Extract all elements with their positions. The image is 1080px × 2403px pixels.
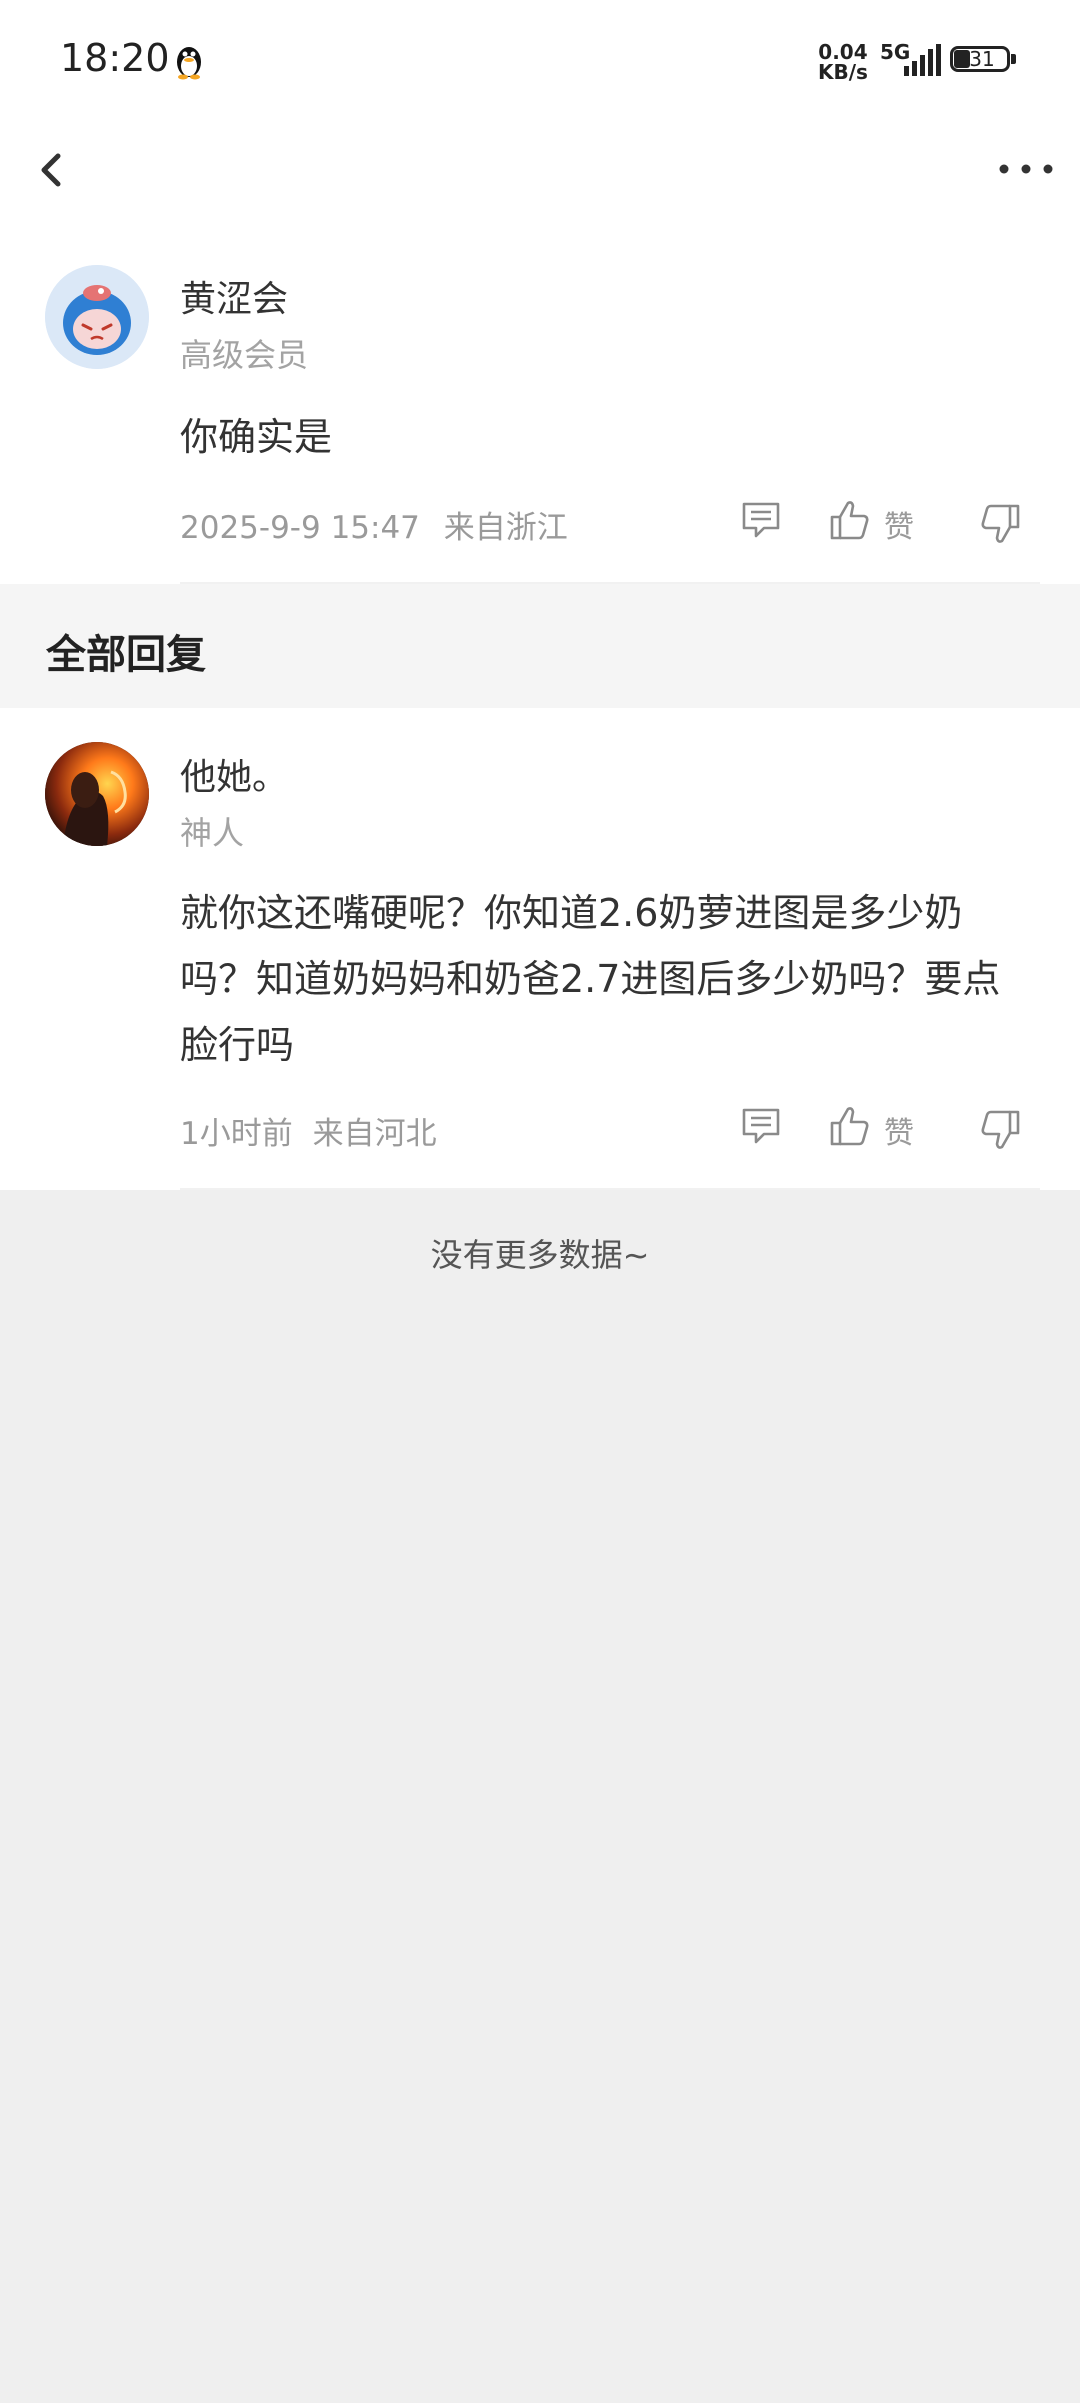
thumb-up-icon[interactable] bbox=[828, 1104, 872, 1148]
member-badge: 神人 bbox=[180, 814, 245, 852]
avatar-image bbox=[45, 742, 149, 846]
like-label[interactable]: 赞 bbox=[884, 502, 914, 546]
battery-indicator: 31 bbox=[950, 46, 1020, 76]
signal-icon bbox=[904, 44, 941, 76]
comment-location: 来自浙江 bbox=[443, 510, 568, 546]
comment-time: 2025-9-9 15:47 bbox=[180, 510, 420, 546]
divider bbox=[180, 1188, 1040, 1190]
qq-penguin-icon bbox=[177, 47, 201, 80]
status-time: 18:20 bbox=[60, 36, 170, 80]
net-speed-unit: KB/s bbox=[818, 60, 868, 84]
thumb-up-icon[interactable] bbox=[828, 498, 872, 542]
nav-bar bbox=[0, 120, 1080, 220]
member-badge: 高级会员 bbox=[180, 336, 309, 374]
replies-header: 全部回复 bbox=[0, 584, 1080, 708]
comment-location: 来自河北 bbox=[312, 1116, 437, 1152]
thumb-down-icon[interactable] bbox=[978, 502, 1022, 546]
comment-meta: 2025-9-9 15:47 来自浙江 bbox=[180, 502, 568, 547]
comment-content: 就你这还嘴硬呢？你知道2.6奶萝进图是多少奶吗？知道奶妈妈和奶爸2.7进图后多少… bbox=[180, 891, 1001, 1067]
battery-level: 31 bbox=[969, 47, 995, 71]
avatar[interactable] bbox=[45, 265, 149, 369]
avatar-image bbox=[45, 265, 149, 369]
like-label[interactable]: 赞 bbox=[884, 1108, 914, 1152]
no-more-data: 没有更多数据~ bbox=[430, 1236, 650, 1274]
section-title: 全部回复 bbox=[46, 632, 206, 678]
comment-time: 1小时前 bbox=[180, 1116, 293, 1152]
back-arrow-icon[interactable] bbox=[30, 146, 74, 194]
more-options-icon[interactable] bbox=[996, 154, 1056, 184]
avatar[interactable] bbox=[45, 742, 149, 846]
thumb-down-icon[interactable] bbox=[978, 1108, 1022, 1152]
status-bar: 18:20 0.04 KB/s 5G 31 bbox=[0, 0, 1080, 120]
main-comment: 黄涩会 高级会员 你确实是 2025-9-9 15:47 来自浙江 赞 bbox=[0, 220, 1080, 584]
comment-meta: 1小时前 来自河北 bbox=[180, 1108, 437, 1153]
net-speed-value: 0.04 bbox=[818, 40, 868, 64]
net-speed: 0.04 KB/s bbox=[818, 42, 868, 82]
reply-button[interactable] bbox=[740, 500, 782, 540]
comment-content: 你确实是 bbox=[180, 415, 333, 459]
username[interactable]: 他她。 bbox=[180, 748, 288, 800]
username[interactable]: 黄涩会 bbox=[180, 270, 288, 322]
battery-tip bbox=[1011, 54, 1016, 64]
reply-item: 他她。 神人 就你这还嘴硬呢？你知道2.6奶萝进图是多少奶吗？知道奶妈妈和奶爸2… bbox=[0, 708, 1080, 1190]
reply-button[interactable] bbox=[740, 1106, 782, 1146]
